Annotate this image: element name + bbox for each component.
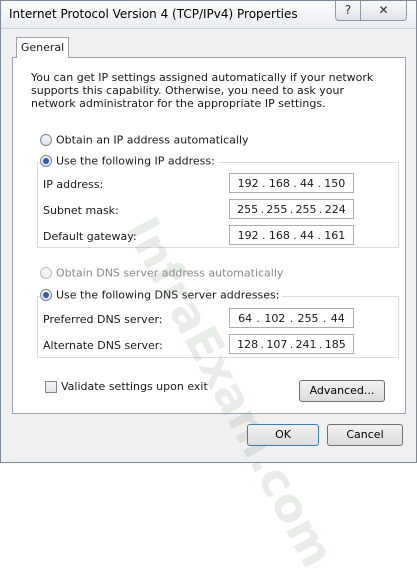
default-gateway-input[interactable]: 192. 168. 44. 161 [229,225,354,245]
octet: 185 [324,337,346,351]
octet: 255 [297,311,319,325]
dns-manual-label: Use the following DNS server addresses: [56,288,280,302]
validate-checkbox[interactable] [45,381,57,393]
ip-auto-radio[interactable] [40,134,52,146]
help-icon[interactable]: ? [335,1,361,21]
octet: 161 [324,228,346,242]
window-title: Internet Protocol Version 4 (TCP/IPv4) P… [9,7,298,21]
octet: 168 [268,176,290,190]
octet: 64 [238,311,253,325]
ip-manual-label: Use the following IP address: [56,154,215,168]
dns-auto-radio[interactable] [40,267,52,279]
octet: 241 [295,337,317,351]
ip-address-input[interactable]: 192. 168. 44. 150 [229,173,354,193]
validate-checkbox-row[interactable]: Validate settings upon exit [45,380,208,393]
ip-manual-radio[interactable] [40,155,52,167]
dns-auto-radio-row[interactable]: Obtain DNS server address automatically [40,266,283,280]
octet: 44 [300,176,315,190]
dns-manual-radio-row[interactable]: Use the following DNS server addresses: [40,288,283,302]
dns-manual-radio[interactable] [40,289,52,301]
octet: 224 [324,202,346,216]
octet: 44 [300,228,315,242]
octet: 168 [268,228,290,242]
alternate-dns-label: Alternate DNS server: [43,339,163,352]
octet: 255 [237,202,259,216]
subnet-mask-label: Subnet mask: [43,204,119,217]
ip-address-label: IP address: [43,178,104,191]
octet: 107 [266,337,288,351]
dialog-window: Internet Protocol Version 4 (TCP/IPv4) P… [0,0,417,576]
octet: 255 [295,202,317,216]
octet: 192 [237,176,259,190]
alternate-dns-input[interactable]: 128. 107. 241. 185 [229,334,354,354]
octet: 102 [264,311,286,325]
ip-auto-radio-row[interactable]: Obtain an IP address automatically [40,133,249,147]
validate-label: Validate settings upon exit [61,380,208,393]
ok-button[interactable]: OK [247,424,319,446]
advanced-button[interactable]: Advanced... [299,380,385,402]
description-text: You can get IP settings assigned automat… [31,71,374,110]
octet: 192 [237,228,259,242]
tab-general[interactable]: General [16,37,69,58]
ip-auto-label: Obtain an IP address automatically [56,133,249,147]
preferred-dns-input[interactable]: 64. 102. 255. 44 [229,308,354,328]
octet: 128 [237,337,259,351]
ip-manual-radio-row[interactable]: Use the following IP address: [40,154,218,168]
octet: 255 [266,202,288,216]
preferred-dns-label: Preferred DNS server: [43,313,163,326]
cancel-button[interactable]: Cancel [327,424,403,446]
dns-auto-label: Obtain DNS server address automatically [56,266,284,280]
subnet-mask-input[interactable]: 255. 255. 255. 224 [229,199,354,219]
octet: 44 [330,311,345,325]
close-icon[interactable]: ✕ [361,1,407,21]
general-panel: You can get IP settings assigned automat… [12,57,406,576]
title-bar[interactable]: Internet Protocol Version 4 (TCP/IPv4) P… [1,1,416,29]
octet: 150 [324,176,346,190]
default-gateway-label: Default gateway: [43,230,137,243]
